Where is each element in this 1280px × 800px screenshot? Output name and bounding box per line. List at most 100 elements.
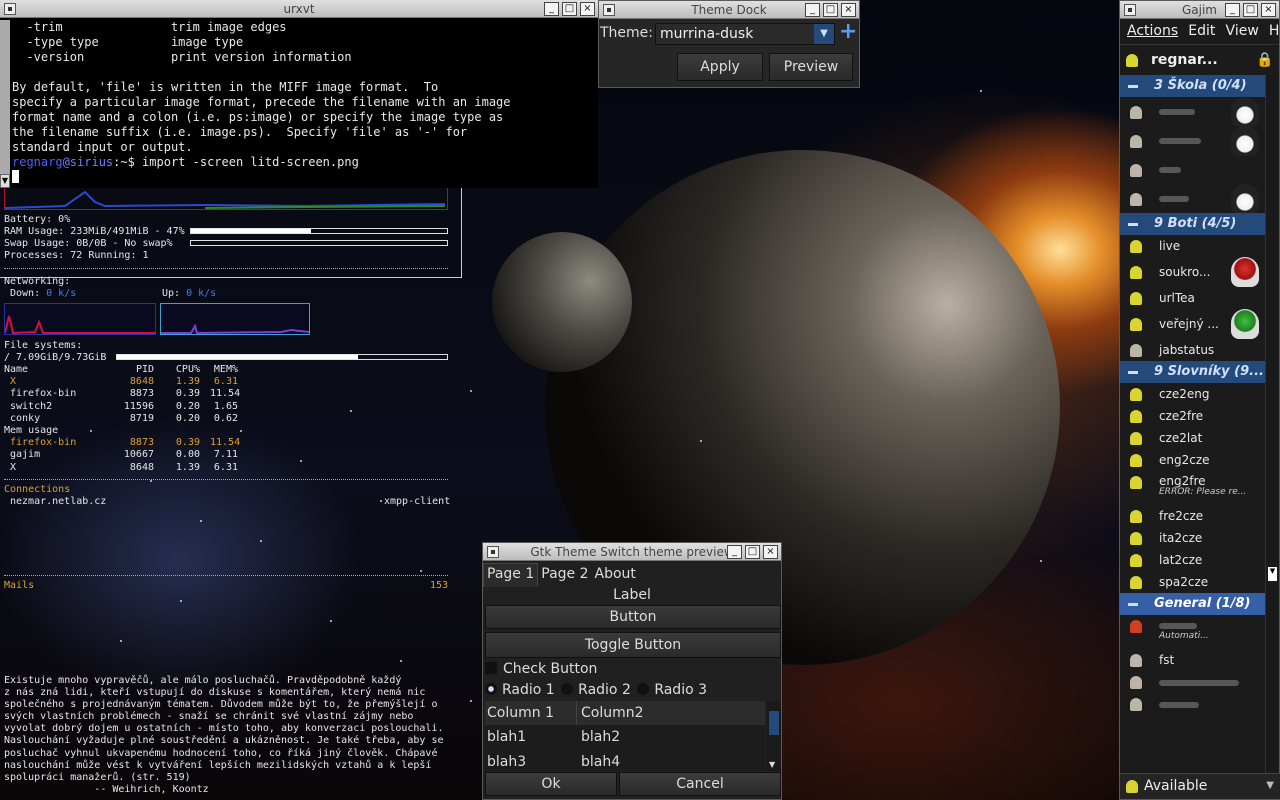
contact-row[interactable]: spa2cze [1120, 571, 1265, 593]
scroll-thumb[interactable] [769, 711, 779, 735]
gajim-titlebar[interactable]: Gajim _ □ × [1120, 1, 1279, 19]
theme-combo[interactable]: murrina-dusk ▼ [655, 23, 835, 45]
roster-group[interactable]: 9 Slovníky (9... [1120, 361, 1265, 383]
fs-bar [116, 354, 448, 360]
tab-page-2[interactable]: Page 2 [538, 563, 591, 587]
contact-row[interactable]: live [1120, 235, 1265, 257]
gajim-menubar: Actions Edit View H [1120, 19, 1279, 45]
star [300, 460, 302, 462]
maximize-icon[interactable]: □ [823, 2, 838, 17]
preview-treeview[interactable]: Column 1 Column2 blah1 blah2 blah3 blah4 [485, 701, 765, 771]
apply-button[interactable]: Apply [677, 53, 763, 81]
close-icon[interactable]: × [841, 2, 856, 17]
close-icon[interactable]: × [763, 544, 778, 559]
contact-row[interactable]: fre2cze [1120, 505, 1265, 527]
window-menu-icon[interactable] [4, 2, 16, 15]
theme-dock-window[interactable]: Theme Dock _ □ × Theme: murrina-dusk ▼ + A… [598, 0, 860, 88]
scroll-down-icon[interactable]: ▼ [769, 760, 775, 769]
online-status-icon [1126, 54, 1138, 67]
contact-row[interactable] [1120, 97, 1265, 127]
gtk-preview-window[interactable]: Gtk Theme Switch theme preview _ □ × Page … [482, 542, 782, 800]
status-selector[interactable]: Available ▼ [1120, 773, 1280, 799]
bot-avatar-icon [1231, 309, 1259, 339]
radio-1[interactable]: Radio 1 [485, 682, 555, 698]
account-row[interactable]: regnar... 🔒 [1120, 45, 1279, 75]
tree-scrollbar[interactable]: ▼ [767, 701, 781, 771]
contact-row[interactable]: soukro... [1120, 257, 1265, 287]
minimize-icon[interactable]: _ [805, 2, 820, 17]
roster-group[interactable]: General (1/8) [1120, 593, 1265, 615]
tab-page-1[interactable]: Page 1 [483, 563, 539, 587]
contact-row[interactable]: eng2cze [1120, 449, 1265, 471]
contact-row[interactable]: fst [1120, 649, 1265, 671]
tree-row[interactable]: blah1 blah2 [485, 725, 765, 750]
window-menu-icon[interactable] [487, 545, 499, 558]
tab-about[interactable]: About [592, 563, 639, 587]
contact-row[interactable] [1120, 671, 1265, 693]
close-icon[interactable]: × [580, 1, 595, 16]
window-menu-icon[interactable] [603, 3, 615, 16]
wallpaper-moon [492, 232, 632, 372]
terminal-window[interactable]: urxvt _ □ × ▼ -trim trim image edges -type… [0, 0, 598, 188]
terminal-line: -trim trim image edges [12, 20, 287, 34]
menu-edit[interactable]: Edit [1188, 23, 1215, 39]
column-header[interactable]: Column2 [577, 701, 765, 725]
contact-row[interactable]: lat2cze [1120, 549, 1265, 571]
tree-row[interactable]: blah3 blah4 [485, 750, 765, 771]
contact-row[interactable]: cze2fre [1120, 405, 1265, 427]
scroll-down-icon[interactable]: ▼ [1268, 567, 1277, 581]
maximize-icon[interactable]: □ [562, 1, 577, 16]
terminal-titlebar[interactable]: urxvt _ □ × [0, 0, 598, 18]
menu-view[interactable]: View [1226, 23, 1259, 39]
window-menu-icon[interactable] [1124, 3, 1136, 16]
contact-row[interactable]: urlTea [1120, 287, 1265, 309]
process-cell: Name [4, 364, 29, 375]
chevron-down-icon[interactable]: ▼ [814, 24, 834, 44]
maximize-icon[interactable]: □ [745, 544, 760, 559]
menu-help[interactable]: H [1269, 23, 1279, 39]
theme-value: murrina-dusk [660, 26, 754, 42]
close-icon[interactable]: × [1261, 2, 1276, 17]
terminal-scrollbar[interactable]: ▼ [0, 20, 10, 188]
contact-row[interactable]: ita2cze [1120, 527, 1265, 549]
radio-3[interactable]: Radio 3 [637, 682, 707, 698]
contact-row[interactable]: eng2fre ERROR: Please re... [1120, 471, 1265, 505]
radio-icon[interactable] [637, 683, 650, 695]
roster-scrollbar[interactable]: ▼ [1265, 75, 1279, 775]
menu-actions[interactable]: Actions [1127, 23, 1178, 39]
ok-button[interactable]: Ok [485, 772, 617, 796]
roster-group[interactable]: 9 Boti (4/5) [1120, 213, 1265, 235]
radio-selected-icon[interactable] [485, 683, 497, 695]
preview-button[interactable]: Preview [769, 53, 853, 81]
contact-row[interactable]: Automati... [1120, 615, 1265, 649]
minimize-icon[interactable]: _ [544, 1, 559, 16]
column-header[interactable]: Column 1 [485, 701, 577, 725]
dock-titlebar[interactable]: Theme Dock _ □ × [599, 1, 859, 19]
minimize-icon[interactable]: _ [727, 544, 742, 559]
check-button[interactable]: Check Button [485, 660, 597, 678]
contact-row[interactable] [1120, 693, 1265, 715]
add-theme-icon[interactable]: + [839, 21, 857, 43]
gajim-window[interactable]: Gajim _ □ × Actions Edit View H regnar... … [1119, 0, 1280, 800]
contact-row[interactable] [1120, 126, 1265, 156]
star [120, 640, 122, 642]
minimize-icon[interactable]: _ [1225, 2, 1240, 17]
roster-list[interactable]: 3 Škola (0/4) 9 Boti (4/5) live soukro... ur… [1120, 75, 1265, 773]
scroll-down-icon[interactable]: ▼ [0, 174, 10, 188]
toggle-button[interactable]: Toggle Button [485, 632, 781, 658]
checkbox-icon[interactable] [485, 662, 497, 674]
contact-row[interactable]: cze2lat [1120, 427, 1265, 449]
radio-icon[interactable] [561, 683, 574, 695]
contact-row[interactable]: cze2eng [1120, 383, 1265, 405]
contact-row[interactable] [1120, 184, 1265, 214]
roster-group[interactable]: 3 Škola (0/4) [1120, 75, 1265, 97]
contact-row[interactable]: veřejný ... [1120, 309, 1265, 339]
preview-titlebar[interactable]: Gtk Theme Switch theme preview _ □ × [483, 543, 781, 561]
contact-row[interactable] [1120, 155, 1265, 184]
cancel-button[interactable]: Cancel [619, 772, 781, 796]
preview-button[interactable]: Button [485, 605, 781, 629]
maximize-icon[interactable]: □ [1243, 2, 1258, 17]
contact-row[interactable]: jabstatus [1120, 339, 1265, 361]
star [470, 700, 472, 702]
radio-2[interactable]: Radio 2 [561, 682, 631, 698]
